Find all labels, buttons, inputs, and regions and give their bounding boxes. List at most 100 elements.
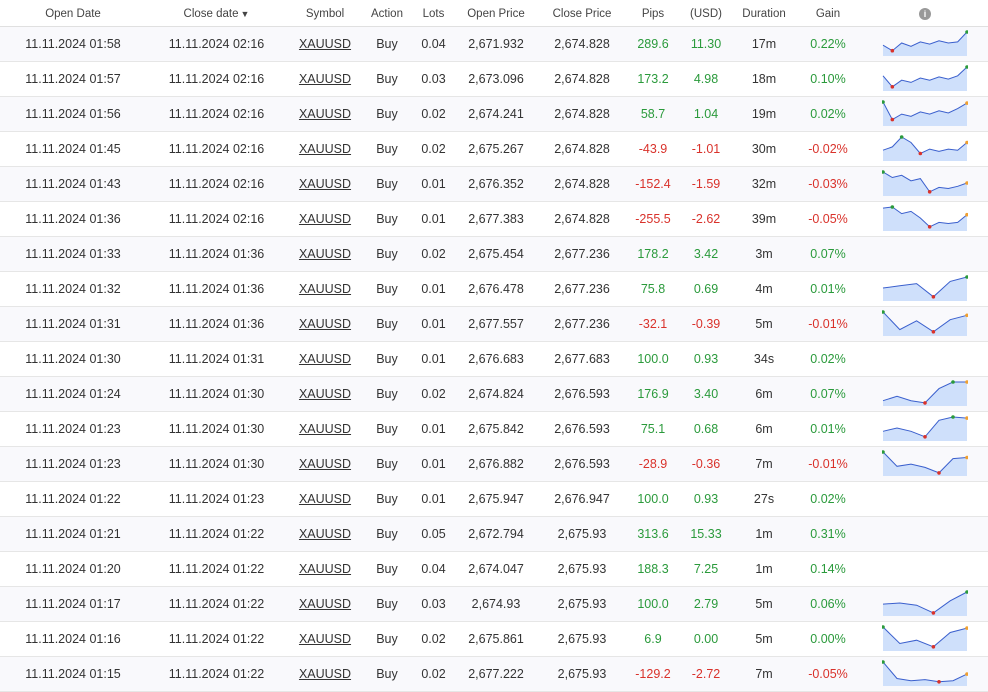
pips-cell: 100.0 xyxy=(637,597,669,611)
pips-cell: 188.3 xyxy=(637,562,669,576)
open-date-cell: 11.11.2024 01:23 xyxy=(25,422,121,436)
lots-cell: 0.01 xyxy=(421,422,446,436)
open-price-cell: 2,676.683 xyxy=(468,352,524,366)
symbol-link-text[interactable]: XAUUSD xyxy=(299,317,351,331)
profit-usd-cell: 0.93 xyxy=(693,352,719,366)
open-date-cell: 11.11.2024 01:16 xyxy=(25,632,121,646)
symbol-link[interactable]: XAUUSD xyxy=(287,132,363,166)
close-date-cell: 11.11.2024 01:36 xyxy=(168,317,265,331)
column-header-duration[interactable]: Duration xyxy=(734,0,794,26)
symbol-link[interactable]: XAUUSD xyxy=(287,97,363,131)
symbol-link[interactable]: XAUUSD xyxy=(287,412,363,446)
symbol-link[interactable]: XAUUSD xyxy=(287,657,363,691)
symbol-link[interactable]: XAUUSD xyxy=(287,62,363,96)
gain-cell: 0.06% xyxy=(810,597,846,611)
pips-cell: -43.9 xyxy=(638,142,668,156)
gain-cell: 0.02% xyxy=(810,107,846,121)
symbol-link-text[interactable]: XAUUSD xyxy=(299,37,351,51)
pips-cell: 100.0 xyxy=(637,492,669,506)
symbol-link[interactable]: XAUUSD xyxy=(287,587,363,621)
symbol-link-text[interactable]: XAUUSD xyxy=(299,492,351,506)
symbol-link[interactable]: XAUUSD xyxy=(287,342,363,376)
sparkline-low-point xyxy=(890,117,895,122)
sparkline-cell xyxy=(862,482,988,516)
symbol-link-text[interactable]: XAUUSD xyxy=(299,527,351,541)
pips-cell: -32.1 xyxy=(638,317,668,331)
column-header-action[interactable]: Action xyxy=(363,0,411,26)
sparkline-cell xyxy=(862,377,988,411)
action-cell: Buy xyxy=(376,37,398,51)
symbol-link-text[interactable]: XAUUSD xyxy=(299,247,351,261)
symbol-link[interactable]: XAUUSD xyxy=(287,202,363,236)
table-row: 11.11.2024 01:31 11.11.2024 01:36 XAUUSD Bu… xyxy=(0,307,988,342)
sparkline-low-point xyxy=(937,680,941,684)
table-row: 11.11.2024 01:32 11.11.2024 01:36 XAUUSD Bu… xyxy=(0,272,988,307)
close-price-cell: 2,675.93 xyxy=(557,527,607,541)
column-header-open-price[interactable]: Open Price xyxy=(456,0,536,26)
column-header-gain[interactable]: Gain xyxy=(794,0,862,26)
pips-cell: 6.9 xyxy=(644,632,662,646)
duration-cell: 7m xyxy=(755,667,773,681)
gain-cell: 0.31% xyxy=(810,527,846,541)
open-price-cell: 2,671.932 xyxy=(468,37,524,51)
action-cell: Buy xyxy=(376,667,398,681)
lots-cell: 0.01 xyxy=(421,282,446,296)
column-header-close-price[interactable]: Close Price xyxy=(536,0,628,26)
lots-cell: 0.03 xyxy=(421,597,446,611)
close-price-cell: 2,676.593 xyxy=(554,457,610,471)
symbol-link-text[interactable]: XAUUSD xyxy=(299,107,351,121)
info-icon[interactable]: i xyxy=(919,7,931,20)
profit-usd-cell: -0.39 xyxy=(691,317,721,331)
symbol-link[interactable]: XAUUSD xyxy=(287,377,363,411)
symbol-link[interactable]: XAUUSD xyxy=(287,447,363,481)
gain-cell: 0.00% xyxy=(810,632,846,646)
column-header-pips[interactable]: Pips xyxy=(628,0,678,26)
column-header-close-date[interactable]: Close date ▼ xyxy=(146,0,287,26)
symbol-link-text[interactable]: XAUUSD xyxy=(299,177,351,191)
profit-usd-cell: 11.30 xyxy=(690,37,722,51)
action-cell: Buy xyxy=(376,247,398,261)
sparkline-high-point xyxy=(951,415,955,419)
symbol-link-text[interactable]: XAUUSD xyxy=(299,632,351,646)
lots-cell: 0.02 xyxy=(421,632,446,646)
symbol-link[interactable]: XAUUSD xyxy=(287,552,363,586)
column-header-lots[interactable]: Lots xyxy=(411,0,456,26)
symbol-link-text[interactable]: XAUUSD xyxy=(299,142,351,156)
open-price-cell: 2,674.241 xyxy=(468,107,524,121)
sparkline-cell xyxy=(862,307,988,341)
sparkline-area xyxy=(883,662,967,686)
symbol-link-text[interactable]: XAUUSD xyxy=(299,667,351,681)
symbol-link[interactable]: XAUUSD xyxy=(287,482,363,516)
symbol-link-text[interactable]: XAUUSD xyxy=(299,72,351,86)
duration-cell: 1m xyxy=(755,527,773,541)
sparkline-high-point xyxy=(899,135,904,139)
gain-cell: -0.03% xyxy=(808,177,848,191)
symbol-link-text[interactable]: XAUUSD xyxy=(299,597,351,611)
profit-usd-cell: 7.25 xyxy=(693,562,719,576)
symbol-link[interactable]: XAUUSD xyxy=(287,167,363,201)
sparkline-low-point xyxy=(918,151,923,156)
table-row: 11.11.2024 01:22 11.11.2024 01:23 XAUUSD Bu… xyxy=(0,482,988,517)
symbol-link-text[interactable]: XAUUSD xyxy=(299,212,351,226)
symbol-link-text[interactable]: XAUUSD xyxy=(299,387,351,401)
symbol-link-text[interactable]: XAUUSD xyxy=(299,422,351,436)
column-header-usd[interactable]: (USD) xyxy=(678,0,734,26)
sparkline-low-point xyxy=(931,645,936,649)
column-header-open-date[interactable]: Open Date xyxy=(0,0,146,26)
symbol-link-text[interactable]: XAUUSD xyxy=(299,352,351,366)
symbol-link[interactable]: XAUUSD xyxy=(287,517,363,551)
column-header-symbol[interactable]: Symbol xyxy=(287,0,363,26)
symbol-link-text[interactable]: XAUUSD xyxy=(299,457,351,471)
symbol-link[interactable]: XAUUSD xyxy=(287,237,363,271)
symbol-link[interactable]: XAUUSD xyxy=(287,307,363,341)
open-date-cell: 11.11.2024 01:36 xyxy=(25,212,121,226)
symbol-link[interactable]: XAUUSD xyxy=(287,27,363,61)
symbol-link[interactable]: XAUUSD xyxy=(287,622,363,656)
open-date-cell: 11.11.2024 01:23 xyxy=(25,457,121,471)
sparkline-chart xyxy=(882,380,968,406)
pips-cell: 75.1 xyxy=(640,422,666,436)
symbol-link-text[interactable]: XAUUSD xyxy=(299,562,351,576)
action-cell: Buy xyxy=(376,107,398,121)
symbol-link[interactable]: XAUUSD xyxy=(287,272,363,306)
symbol-link-text[interactable]: XAUUSD xyxy=(299,282,351,296)
